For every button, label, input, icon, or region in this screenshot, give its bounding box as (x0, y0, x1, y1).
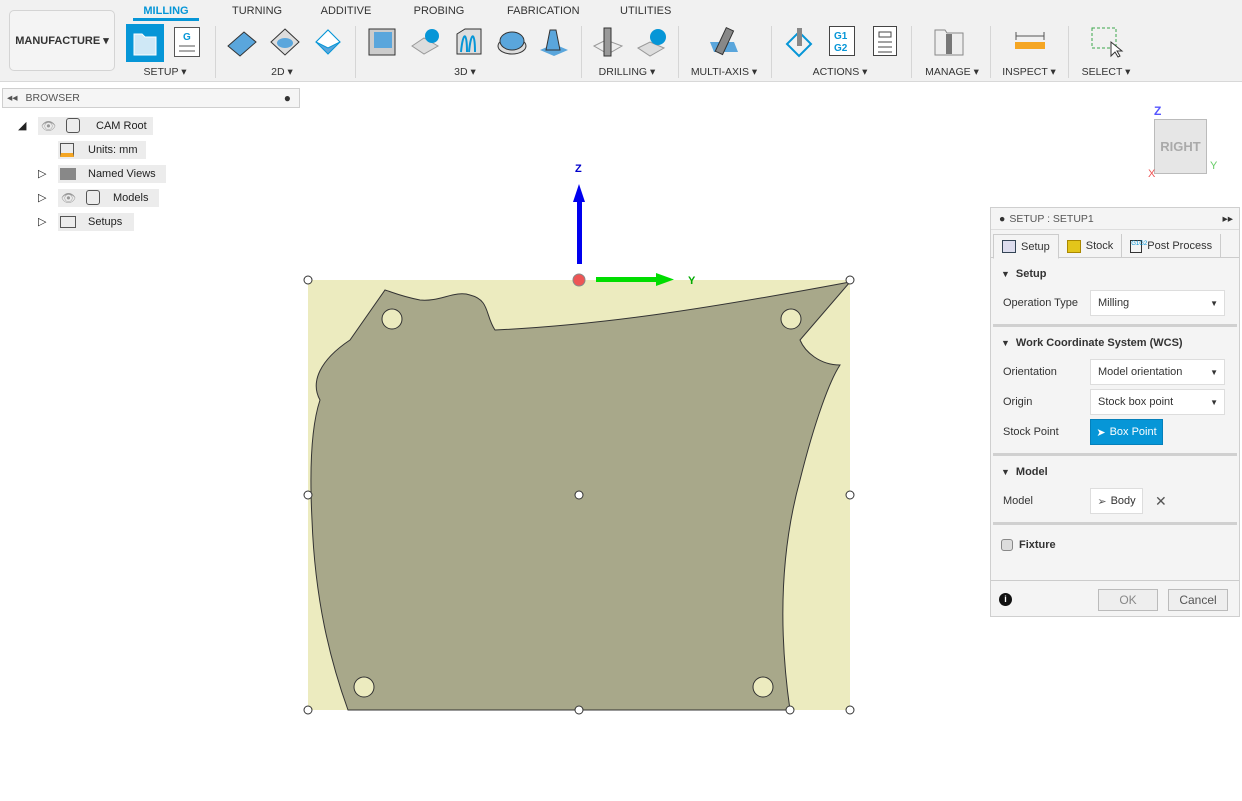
triad-y-label: Y (688, 275, 696, 287)
simulate-icon[interactable] (783, 26, 815, 58)
group-select[interactable]: SELECT ▾ (1078, 66, 1134, 78)
workspace-switcher[interactable]: MANUFACTURE ▾ (9, 10, 115, 71)
hole (353, 676, 375, 698)
stock-cube-icon (1066, 239, 1081, 253)
tab-post-process[interactable]: G1G2 Post Process (1122, 234, 1222, 258)
tab-turning[interactable]: TURNING (232, 5, 282, 17)
viewcube[interactable]: RIGHT Z Y X (1146, 104, 1226, 184)
tab-setup[interactable]: Setup (993, 234, 1059, 259)
group-3d[interactable]: 3D ▾ (445, 66, 485, 78)
model-select-button[interactable]: ➢ Body (1090, 488, 1143, 514)
group-manage[interactable]: MANAGE ▾ (922, 66, 982, 78)
group-inspect[interactable]: INSPECT ▾ (1000, 66, 1058, 78)
hole (780, 308, 802, 330)
ok-button[interactable]: OK (1098, 589, 1158, 611)
group-multi-axis[interactable]: MULTI-AXIS ▾ (688, 66, 760, 78)
tab-utilities[interactable]: UTILITIES (620, 5, 671, 17)
setup-sheet-icon[interactable] (873, 26, 897, 56)
fixture-checkbox[interactable] (1001, 539, 1013, 551)
svg-text:G: G (183, 32, 191, 43)
section-model[interactable]: ▼ Model (1001, 464, 1239, 480)
toolbar: MANUFACTURE ▾ MILLING TURNING ADDITIVE P… (0, 0, 1242, 82)
post-process-tab-icon: G1G2 (1130, 239, 1147, 253)
viewcube-y-label: Y (1210, 160, 1218, 172)
drill-icon[interactable] (592, 26, 624, 58)
origin-select[interactable]: Stock box point ▼ (1090, 389, 1225, 415)
cancel-button[interactable]: Cancel (1168, 589, 1228, 611)
group-setup[interactable]: SETUP ▾ (140, 66, 190, 78)
viewcube-x-label: X (1148, 168, 1156, 180)
group-actions[interactable]: ACTIONS ▾ (810, 66, 870, 78)
svg-text:G1: G1 (834, 31, 848, 42)
contour-icon[interactable] (496, 26, 528, 58)
origin-point[interactable] (572, 273, 586, 287)
hole (381, 308, 403, 330)
cursor-icon: ➢ (1097, 495, 1107, 508)
parallel-icon[interactable] (453, 26, 485, 58)
2d-adaptive-icon[interactable] (226, 26, 258, 58)
operation-type-select[interactable]: Milling ▼ (1090, 290, 1225, 316)
nc-program-icon[interactable]: G (174, 27, 200, 57)
setup-icon[interactable] (126, 24, 164, 62)
tool-library-icon[interactable] (933, 26, 965, 58)
svg-text:G2: G2 (834, 43, 848, 54)
hole (752, 676, 774, 698)
tab-probing[interactable]: PROBING (413, 5, 465, 17)
section-wcs[interactable]: ▼ Work Coordinate System (WCS) (1001, 335, 1239, 351)
face-icon[interactable] (312, 26, 344, 58)
hole-recognition-icon[interactable] (636, 26, 668, 58)
viewcube-z-label: Z (1154, 104, 1162, 118)
multi-axis-icon[interactable] (708, 26, 740, 58)
viewcube-face-right[interactable]: RIGHT (1154, 119, 1207, 174)
y-axis-arrow[interactable] (596, 277, 658, 282)
clear-model-icon[interactable]: ✕ (1155, 493, 1167, 510)
post-process-icon[interactable]: G1 G2 (829, 26, 855, 56)
tab-additive[interactable]: ADDITIVE (320, 5, 372, 17)
z-axis-arrow[interactable] (577, 200, 582, 264)
orientation-select[interactable]: Model orientation ▼ (1090, 359, 1225, 385)
expand-dialog-icon[interactable]: ▸▸ (1222, 213, 1233, 225)
2d-pocket-icon[interactable] (269, 26, 301, 58)
3d-adaptive-icon[interactable] (366, 26, 398, 58)
cursor-icon: ➤ (1096, 426, 1106, 439)
section-setup[interactable]: ▼ Setup (1001, 266, 1239, 282)
group-2d[interactable]: 2D ▾ (262, 66, 302, 78)
3d-pocket-icon[interactable] (410, 26, 442, 58)
tab-milling[interactable]: MILLING (133, 5, 199, 21)
scallop-icon[interactable] (538, 26, 570, 58)
select-icon[interactable] (1090, 26, 1124, 58)
triad-z-label: Z (575, 163, 582, 175)
setup-dialog: ● SETUP : SETUP1 ▸▸ Setup Stock G1G2 Post P… (990, 207, 1240, 617)
tab-fabrication[interactable]: FABRICATION (507, 5, 580, 17)
tab-stock[interactable]: Stock (1059, 234, 1123, 258)
dialog-header[interactable]: ● SETUP : SETUP1 ▸▸ (991, 208, 1239, 230)
group-drilling[interactable]: DRILLING ▾ (597, 66, 657, 78)
viewport[interactable]: Z Y (0, 82, 990, 801)
measure-icon[interactable] (1014, 26, 1046, 58)
setup-cube-icon (1002, 240, 1016, 253)
info-icon[interactable]: i (999, 593, 1012, 606)
stock-point-button[interactable]: ➤ Box Point (1090, 419, 1163, 445)
